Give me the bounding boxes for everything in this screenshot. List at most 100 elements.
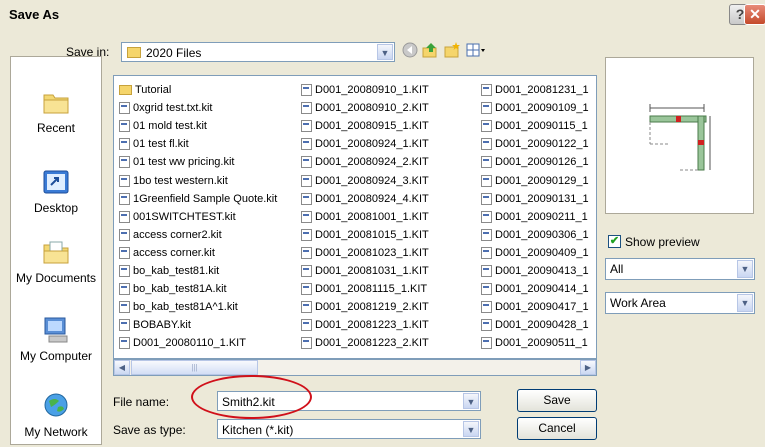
place-my-computer[interactable]: My Computer bbox=[11, 315, 101, 363]
up-folder-icon[interactable] bbox=[422, 42, 438, 58]
show-preview-checkbox[interactable]: ✔ bbox=[608, 235, 621, 248]
kit-file-icon bbox=[119, 337, 130, 350]
list-item[interactable]: D001_20081015_1.KIT bbox=[301, 226, 429, 244]
list-item[interactable]: 0xgrid test.txt.kit bbox=[119, 99, 277, 117]
list-item[interactable]: 1Greenfield Sample Quote.kit bbox=[119, 190, 277, 208]
list-item[interactable]: D001_20090129_1 bbox=[481, 171, 589, 189]
place-my-network[interactable]: My Network bbox=[11, 391, 101, 439]
list-item[interactable]: D001_20081115_1.KIT bbox=[301, 280, 429, 298]
list-item[interactable]: D001_20090428_1 bbox=[481, 316, 589, 334]
chevron-down-icon: ▼ bbox=[463, 421, 479, 437]
file-column-1: Tutorial 0xgrid test.txt.kit 01 mold tes… bbox=[119, 81, 277, 352]
kit-file-icon bbox=[301, 210, 312, 223]
kit-file-icon bbox=[301, 246, 312, 259]
list-item[interactable]: D001_20080910_2.KIT bbox=[301, 99, 429, 117]
area-dropdown-value: Work Area bbox=[610, 296, 666, 310]
save-as-type-value: Kitchen (*.kit) bbox=[222, 423, 294, 437]
list-item[interactable]: D001_20090126_1 bbox=[481, 153, 589, 171]
close-button[interactable]: ✕ bbox=[744, 4, 765, 25]
save-button[interactable]: Save bbox=[517, 389, 597, 412]
kit-file-icon bbox=[481, 156, 492, 169]
place-recent[interactable]: Recent bbox=[11, 87, 101, 135]
list-item[interactable]: D001_20080110_1.KIT bbox=[119, 334, 277, 352]
scroll-left-button[interactable]: ◀ bbox=[114, 360, 130, 375]
list-item[interactable]: D001_20080924_1.KIT bbox=[301, 135, 429, 153]
kit-file-icon bbox=[301, 192, 312, 205]
kit-file-icon bbox=[301, 264, 312, 277]
cancel-button[interactable]: Cancel bbox=[517, 417, 597, 440]
list-item[interactable]: 001SWITCHTEST.kit bbox=[119, 208, 277, 226]
list-item[interactable]: D001_20080924_4.KIT bbox=[301, 190, 429, 208]
list-item[interactable]: 01 mold test.kit bbox=[119, 117, 277, 135]
kit-file-icon bbox=[481, 210, 492, 223]
help-icon: ? bbox=[735, 6, 745, 22]
file-list[interactable]: Tutorial 0xgrid test.txt.kit 01 mold tes… bbox=[113, 75, 597, 359]
place-my-computer-label: My Computer bbox=[19, 349, 93, 363]
kit-file-icon bbox=[481, 264, 492, 277]
kit-file-icon bbox=[301, 301, 312, 314]
list-item[interactable]: D001_20090131_1 bbox=[481, 190, 589, 208]
kit-file-icon bbox=[481, 283, 492, 296]
list-item[interactable]: D001_20090306_1 bbox=[481, 226, 589, 244]
list-item[interactable]: D001_20090115_1 bbox=[481, 117, 589, 135]
list-item[interactable]: bo_kab_test81A.kit bbox=[119, 280, 277, 298]
scrollbar-thumb[interactable]: ||| bbox=[131, 360, 258, 375]
my-documents-icon bbox=[43, 241, 69, 264]
list-item[interactable]: D001_20090414_1 bbox=[481, 280, 589, 298]
kit-file-icon bbox=[301, 102, 312, 115]
kit-file-icon bbox=[301, 337, 312, 350]
list-item[interactable]: 1bo test western.kit bbox=[119, 171, 277, 189]
list-item[interactable]: 01 test ww pricing.kit bbox=[119, 153, 277, 171]
list-item[interactable]: D001_20080924_3.KIT bbox=[301, 171, 429, 189]
desktop-icon bbox=[43, 170, 69, 194]
save-as-type-dropdown[interactable]: Kitchen (*.kit) ▼ bbox=[217, 419, 481, 439]
kit-file-icon bbox=[301, 283, 312, 296]
views-menu-icon[interactable] bbox=[466, 42, 486, 58]
save-as-type-label: Save as type: bbox=[113, 423, 186, 437]
list-item[interactable]: D001_20090109_1 bbox=[481, 99, 589, 117]
list-item[interactable]: D001_20081023_1.KIT bbox=[301, 244, 429, 262]
title-bar: Save As ? ✕ bbox=[0, 0, 765, 30]
list-item[interactable]: 01 test fl.kit bbox=[119, 135, 277, 153]
kit-file-icon bbox=[481, 84, 492, 97]
list-item[interactable]: D001_20090122_1 bbox=[481, 135, 589, 153]
new-folder-icon[interactable] bbox=[444, 42, 460, 58]
list-item[interactable]: D001_20081031_1.KIT bbox=[301, 262, 429, 280]
list-item[interactable]: D001_20090409_1 bbox=[481, 244, 589, 262]
list-item[interactable]: D001_20090511_1 bbox=[481, 334, 589, 352]
list-item[interactable]: D001_20081219_2.KIT bbox=[301, 298, 429, 316]
file-column-2: D001_20080910_1.KIT D001_20080910_2.KIT … bbox=[301, 81, 429, 352]
list-item[interactable]: bo_kab_test81A^1.kit bbox=[119, 298, 277, 316]
list-item[interactable]: D001_20090211_1 bbox=[481, 208, 589, 226]
list-item[interactable]: D001_20080915_1.KIT bbox=[301, 117, 429, 135]
file-name-label: File name: bbox=[113, 395, 170, 409]
list-item[interactable]: access corner2.kit bbox=[119, 226, 277, 244]
filter-dropdown[interactable]: All ▼ bbox=[605, 258, 755, 280]
list-item[interactable]: D001_20081001_1.KIT bbox=[301, 208, 429, 226]
chevron-down-icon: ▼ bbox=[377, 44, 393, 60]
list-item[interactable]: Tutorial bbox=[119, 81, 277, 99]
kit-file-icon bbox=[481, 337, 492, 350]
list-item[interactable]: D001_20080924_2.KIT bbox=[301, 153, 429, 171]
save-in-dropdown[interactable]: 2020 Files ▼ bbox=[121, 42, 395, 62]
scroll-right-button[interactable]: ▶ bbox=[580, 360, 596, 375]
list-item[interactable]: D001_20090413_1 bbox=[481, 262, 589, 280]
area-dropdown[interactable]: Work Area ▼ bbox=[605, 292, 755, 314]
list-item[interactable]: access corner.kit bbox=[119, 244, 277, 262]
close-icon: ✕ bbox=[749, 6, 761, 22]
list-item[interactable]: D001_20081231_1 bbox=[481, 81, 589, 99]
list-item[interactable]: D001_20081223_1.KIT bbox=[301, 316, 429, 334]
horizontal-scrollbar[interactable]: ◀ ||| ▶ bbox=[113, 359, 597, 376]
list-item[interactable]: BOBABY.kit bbox=[119, 316, 277, 334]
place-desktop[interactable]: Desktop bbox=[11, 167, 101, 215]
back-icon[interactable] bbox=[402, 42, 418, 58]
list-item[interactable]: D001_20080910_1.KIT bbox=[301, 81, 429, 99]
my-computer-icon bbox=[44, 317, 68, 343]
list-item[interactable]: D001_20090417_1 bbox=[481, 298, 589, 316]
chevron-left-icon: ◀ bbox=[118, 363, 126, 372]
file-column-3: D001_20081231_1 D001_20090109_1 D001_200… bbox=[481, 81, 589, 352]
place-my-documents[interactable]: My Documents bbox=[11, 237, 101, 285]
list-item[interactable]: bo_kab_test81.kit bbox=[119, 262, 277, 280]
list-item[interactable]: D001_20081223_2.KIT bbox=[301, 334, 429, 352]
kit-file-icon bbox=[119, 301, 130, 314]
